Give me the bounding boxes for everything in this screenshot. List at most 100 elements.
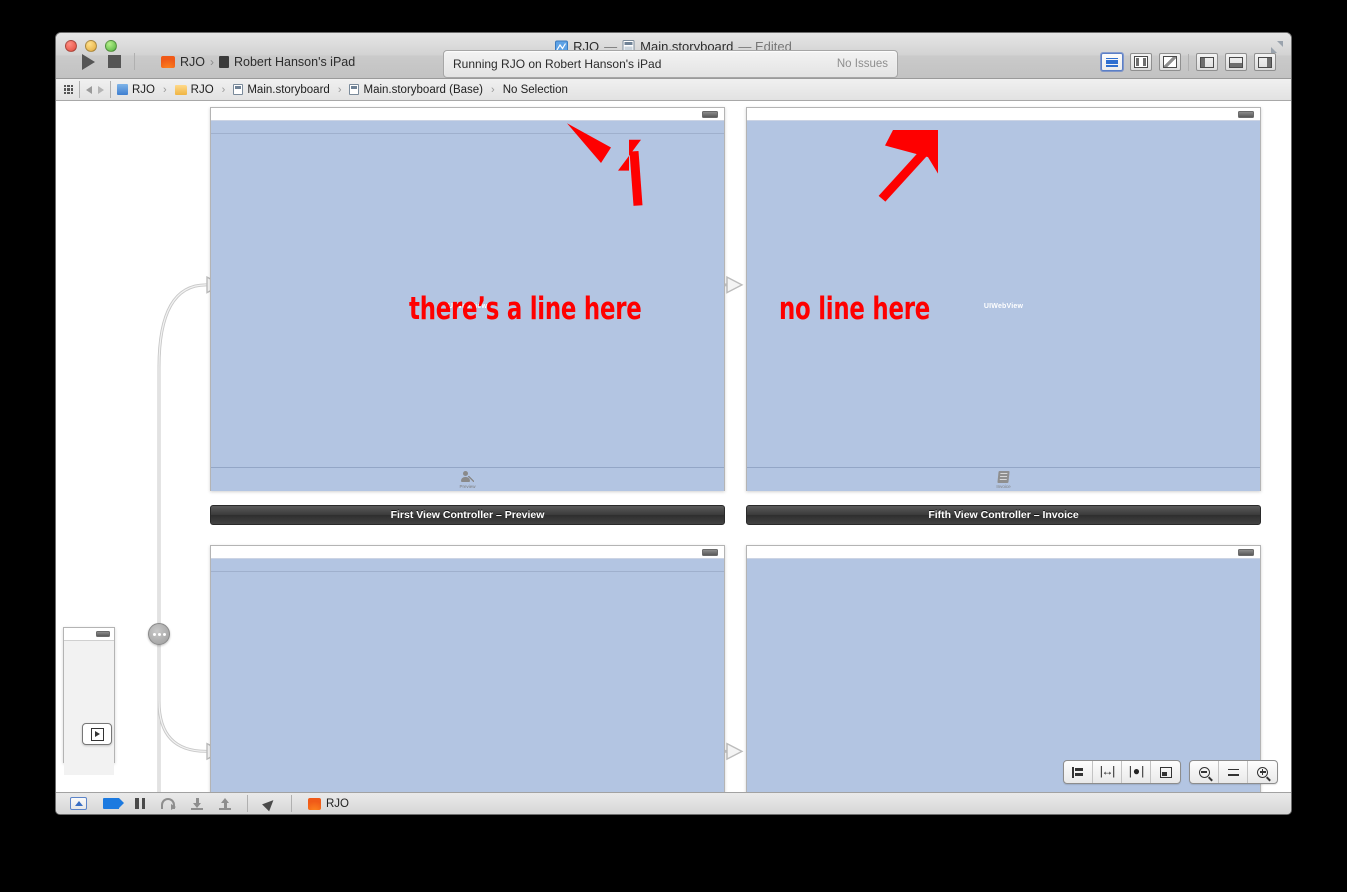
breadcrumb-item-selection[interactable]: No Selection (503, 84, 568, 96)
pause-button[interactable] (135, 798, 145, 809)
initial-view-controller-icon (90, 727, 104, 741)
jumpbar-divider-2 (110, 81, 111, 98)
step-out-button[interactable] (219, 797, 231, 810)
tab-bar[interactable]: Invoice (747, 467, 1260, 491)
uiwebview[interactable]: UIWebView (211, 559, 724, 792)
step-into-icon (191, 797, 203, 810)
breadcrumb-separator: › (163, 83, 167, 96)
debug-toggle-button[interactable] (1225, 53, 1247, 71)
breadcrumb-item-folder[interactable]: RJO (174, 83, 214, 96)
zoom-in-button[interactable] (1248, 761, 1277, 783)
tab-bar-item-label: Invoice (996, 483, 1011, 489)
embed-stack-button[interactable] (1151, 761, 1180, 783)
toolbar-divider (134, 53, 135, 70)
scene-third-view-controller[interactable]: UIWebView (210, 545, 725, 792)
separator-line (211, 133, 724, 134)
tab-bar-item-label: Preview (459, 483, 476, 489)
chevron-right-icon: › (210, 55, 214, 69)
view-controller-canvas[interactable]: UIWebView (746, 545, 1261, 792)
segue-junction-handle[interactable] (148, 623, 170, 645)
tab-bar-item-preview[interactable]: Preview (459, 470, 476, 489)
view-controller-canvas[interactable]: UIWebView (210, 545, 725, 792)
battery-icon (702, 549, 718, 556)
annotation-text-right: no line here (779, 291, 931, 327)
uiwebview[interactable]: UIWebView (747, 559, 1260, 792)
resolve-icon: |●| (1126, 765, 1147, 779)
issues-status[interactable]: No Issues (837, 58, 888, 70)
hide-debug-area-button[interactable] (70, 797, 87, 810)
navigator-toggle-button[interactable] (1196, 53, 1218, 71)
step-over-button[interactable] (161, 798, 176, 810)
scheme-selector[interactable]: RJO › Robert Hanson's iPad (161, 55, 355, 69)
resolve-issues-button[interactable]: |●| (1122, 761, 1151, 783)
app-icon (161, 56, 175, 68)
version-editor-icon (1163, 56, 1177, 68)
app-icon (308, 797, 321, 810)
run-controls (82, 53, 135, 70)
autolayout-controls: |↔| |●| (1063, 760, 1181, 784)
view-controller-badge[interactable] (82, 723, 112, 745)
align-button[interactable] (1064, 761, 1093, 783)
tab-bar-item-invoice[interactable]: Invoice (996, 470, 1011, 489)
toolbar-right-controls (1101, 53, 1276, 71)
xcode-window: RJO — Main.storyboard — Edited RJO › Rob… (55, 32, 1292, 815)
zoom-out-button[interactable] (1190, 761, 1219, 783)
step-out-icon (219, 797, 231, 810)
breadcrumb-item-project[interactable]: RJO (117, 84, 155, 96)
pin-button[interactable]: |↔| (1093, 761, 1122, 783)
tab-bar[interactable]: Preview (211, 467, 724, 491)
breadcrumb-separator: › (337, 83, 342, 96)
storyboard-canvas[interactable]: UIWebView Preview First View Controller … (56, 101, 1291, 792)
breadcrumb-item-storyboard[interactable]: Main.storyboard (233, 84, 330, 96)
debugbar-divider (247, 795, 248, 812)
tab-bar-controller-body (64, 641, 114, 775)
breadcrumb-label: Main.storyboard (Base) (363, 83, 484, 96)
forward-arrow-icon[interactable] (98, 85, 104, 94)
assistant-editor-icon (1134, 56, 1148, 68)
run-button[interactable] (82, 53, 95, 70)
fullscreen-icon[interactable] (1271, 41, 1283, 53)
debug-panel-icon (1229, 56, 1243, 68)
pin-icon: |↔| (1097, 765, 1118, 779)
activity-view: Running RJO on Robert Hanson's iPad No I… (443, 50, 898, 78)
jumpbar-divider (79, 81, 80, 98)
stop-button[interactable] (108, 55, 121, 68)
step-into-button[interactable] (191, 797, 203, 810)
standard-editor-button[interactable] (1101, 53, 1123, 71)
scene-label-first[interactable]: First View Controller – Preview (210, 505, 725, 525)
breadcrumb-label: No Selection (502, 83, 568, 96)
battery-icon (702, 111, 718, 118)
uiwebview-label: UIWebView (983, 302, 1024, 310)
destination-name: Robert Hanson's iPad (234, 55, 356, 69)
scene-fourth-view-controller[interactable]: UIWebView (746, 545, 1261, 792)
assistant-editor-button[interactable] (1130, 53, 1152, 71)
breakpoint-flag-icon (103, 798, 124, 809)
status-bar (211, 108, 724, 121)
status-bar (64, 628, 114, 641)
standard-editor-icon (1106, 57, 1118, 67)
related-items-icon[interactable] (64, 85, 73, 94)
breadcrumb-label: RJO (190, 83, 214, 96)
battery-icon (96, 631, 110, 637)
back-arrow-icon[interactable] (86, 85, 92, 94)
version-editor-button[interactable] (1159, 53, 1181, 71)
breadcrumb-item-storyboard-base[interactable]: Main.storyboard (Base) (349, 84, 483, 96)
breadcrumb-label: RJO (132, 83, 155, 96)
zoom-controls (1189, 760, 1278, 784)
simulate-location-button[interactable] (262, 796, 277, 811)
pause-icon (135, 798, 145, 809)
utilities-toggle-button[interactable] (1254, 53, 1276, 71)
breakpoints-button[interactable] (103, 798, 124, 809)
device-icon (219, 56, 229, 68)
zoom-out-icon (1198, 766, 1210, 778)
actual-size-button[interactable] (1219, 761, 1248, 783)
align-icon (1071, 766, 1085, 778)
toolbar-row: RJO › Robert Hanson's iPad Running RJO o… (56, 50, 1291, 79)
activity-message: Running RJO on Robert Hanson's iPad (453, 57, 662, 71)
annotation-text-left: there’s a line here (409, 291, 642, 327)
separator-line (211, 571, 724, 572)
navigator-panel-icon (1200, 56, 1214, 68)
zoom-in-icon (1257, 766, 1268, 778)
scene-label-fifth[interactable]: Fifth View Controller – Invoice (746, 505, 1261, 525)
process-indicator[interactable]: RJO (308, 797, 349, 810)
